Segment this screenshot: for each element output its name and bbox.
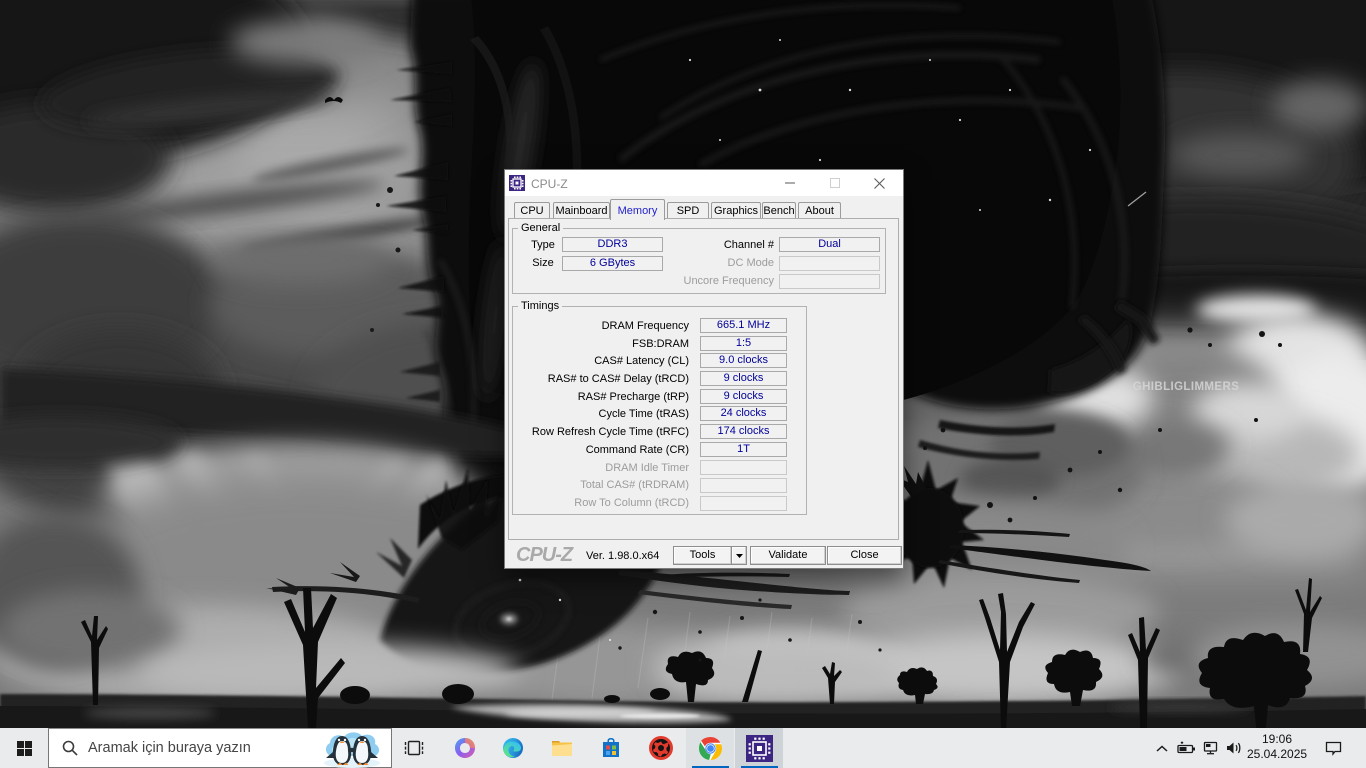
svg-text:GHIBLIGLIMMERS: GHIBLIGLIMMERS xyxy=(1133,381,1240,393)
